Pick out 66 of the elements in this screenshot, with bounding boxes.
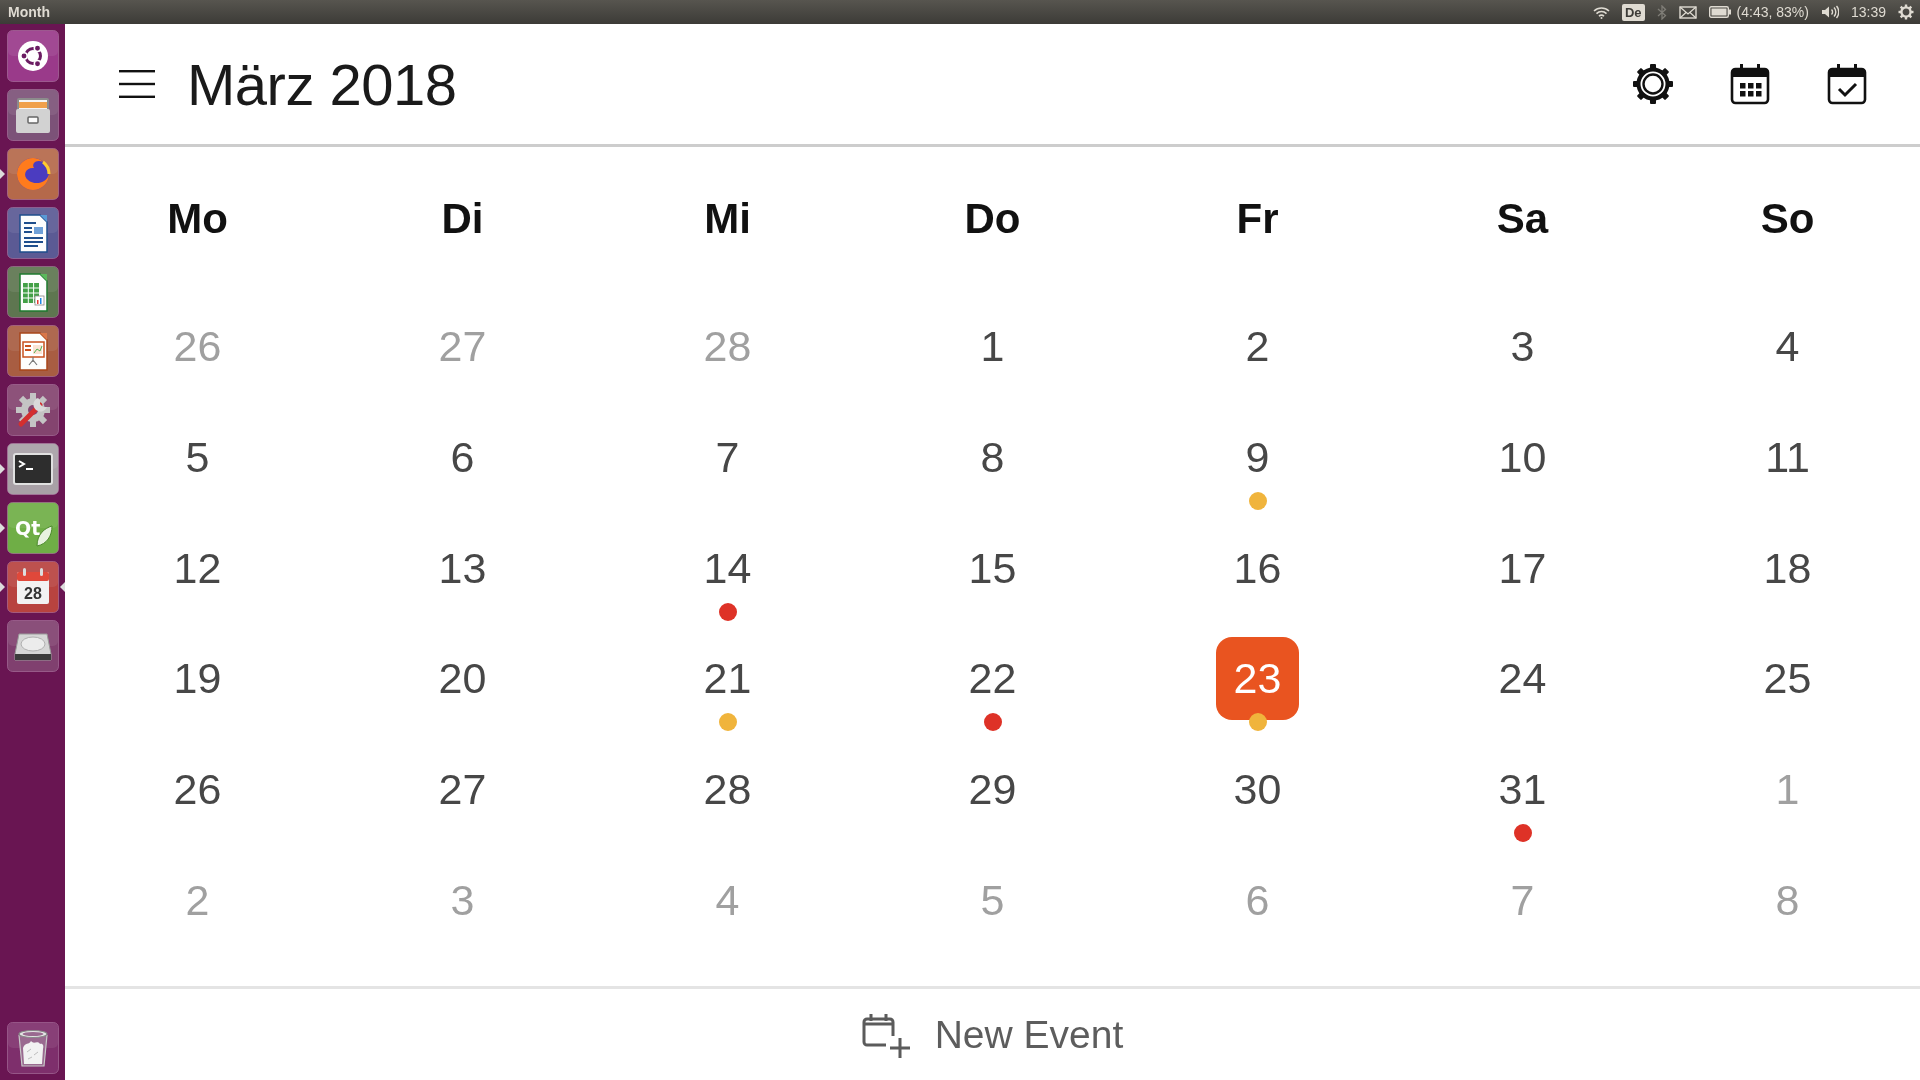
speaker-icon[interactable] [1820, 5, 1839, 19]
calendar-check-icon[interactable] [1826, 63, 1868, 105]
day-number[interactable]: 27 [438, 768, 487, 812]
keyboard-layout-indicator[interactable]: De [1621, 3, 1645, 21]
day-number[interactable]: 13 [438, 546, 487, 590]
weekday-label: Mi [704, 195, 751, 243]
day-number[interactable]: 11 [1765, 435, 1810, 479]
day-number[interactable]: 12 [173, 546, 222, 590]
weekday-label: Mo [167, 195, 228, 243]
weekday-label: Fr [1236, 195, 1279, 243]
day-number[interactable]: 25 [1763, 657, 1812, 701]
day-number[interactable]: 6 [450, 435, 475, 479]
day-number[interactable]: 18 [1763, 546, 1812, 590]
trash-icon[interactable] [6, 1022, 59, 1074]
clock-text[interactable]: 13:39 [1850, 4, 1886, 20]
ring-logo-icon[interactable] [6, 30, 59, 82]
month-title: März 2018 [187, 50, 457, 118]
day-number[interactable]: 30 [1233, 768, 1282, 812]
spreadsheet-icon[interactable] [6, 266, 59, 318]
presentation-icon[interactable] [6, 325, 59, 377]
file-cabinet-icon[interactable] [6, 89, 59, 141]
menu-icon[interactable] [119, 70, 155, 98]
day-number[interactable]: 21 [703, 657, 752, 701]
weekday-label: So [1760, 195, 1815, 243]
day-number[interactable]: 7 [715, 435, 740, 479]
bluetooth-icon[interactable] [1656, 4, 1667, 20]
day-number[interactable]: 23 [1216, 637, 1299, 721]
envelope-icon[interactable] [1678, 5, 1697, 19]
terminal-icon[interactable] [6, 443, 59, 495]
day-number[interactable]: 28 [703, 768, 752, 812]
day-number[interactable]: 22 [968, 657, 1017, 701]
day-number[interactable]: 2 [1245, 325, 1270, 368]
gear-icon[interactable] [1898, 4, 1914, 20]
day-number[interactable]: 29 [968, 768, 1017, 812]
weekday-label: Di [441, 195, 484, 243]
weekday-label: Sa [1496, 195, 1549, 243]
text-document-icon[interactable] [6, 207, 59, 259]
day-number[interactable]: 5 [185, 435, 210, 479]
weekday-label: Do [964, 195, 1021, 243]
wifi-icon[interactable] [1592, 5, 1610, 19]
hard-drive-icon[interactable] [6, 620, 59, 672]
day-number[interactable]: 8 [980, 435, 1005, 479]
window-title: Month [8, 4, 50, 20]
calendar-plus-icon [861, 1011, 910, 1058]
day-number[interactable]: 24 [1498, 657, 1547, 701]
day-number[interactable]: 17 [1498, 546, 1547, 590]
new-event-button[interactable]: New Event [861, 1011, 1124, 1058]
day-number[interactable]: 9 [1245, 435, 1270, 479]
calendar-grid-icon[interactable] [1729, 63, 1771, 105]
day-number[interactable]: 4 [1775, 325, 1800, 368]
day-number[interactable]: 3 [1510, 325, 1535, 368]
swirl-logo-icon[interactable] [6, 148, 59, 200]
settings-icon[interactable] [1632, 63, 1674, 105]
day-number[interactable]: 19 [173, 657, 222, 701]
calendar-icon[interactable]: 28 [6, 561, 59, 613]
day-number[interactable]: 10 [1498, 435, 1547, 479]
day-number[interactable]: 20 [438, 657, 487, 701]
battery-status-text: (4:43, 83%) [1736, 4, 1809, 20]
gear-wrench-icon[interactable] [6, 384, 59, 436]
day-number[interactable]: 1 [980, 325, 1005, 368]
day-number[interactable]: 14 [703, 546, 752, 590]
day-number[interactable]: 31 [1498, 768, 1547, 812]
battery-icon[interactable] [1708, 6, 1731, 18]
day-number[interactable]: 15 [968, 546, 1017, 590]
day-number[interactable]: 16 [1233, 546, 1282, 590]
day-number[interactable]: 26 [173, 768, 222, 812]
